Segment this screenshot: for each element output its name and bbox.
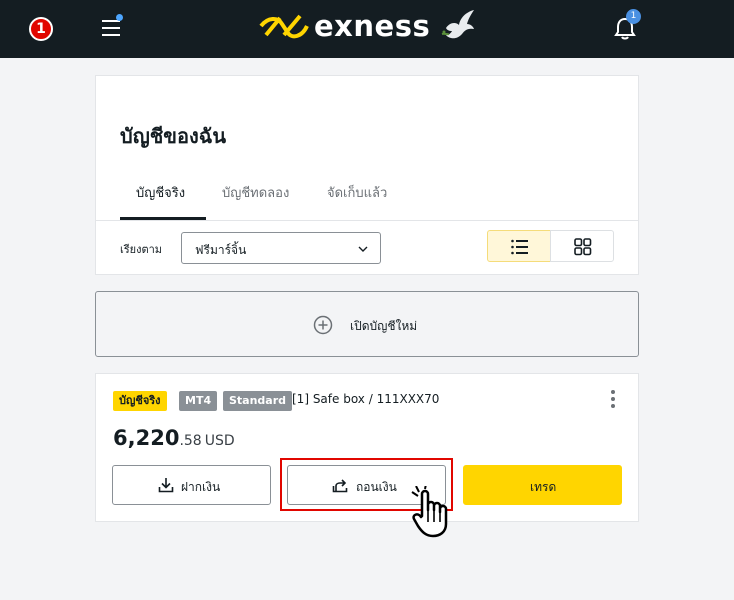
sort-label: เรียงตาม <box>120 243 163 256</box>
view-mode-toggle <box>487 230 615 264</box>
plus-circle-icon <box>313 315 333 335</box>
trade-button[interactable]: เทรด <box>463 465 622 505</box>
hand-pointer-icon <box>411 486 448 538</box>
download-icon <box>158 478 174 493</box>
sort-dropdown[interactable]: ฟรีมาร์จิ้น <box>181 232 381 264</box>
grid-view-button[interactable] <box>550 230 614 262</box>
trade-label: เทรด <box>530 480 557 494</box>
exness-logo-mark-icon <box>259 14 309 39</box>
deposit-button[interactable]: ฝากเงิน <box>112 465 271 505</box>
list-view-button[interactable] <box>487 230 551 262</box>
platform-badge: MT4 <box>179 391 218 411</box>
account-name: [1] Safe box / 111XXX70 <box>292 392 440 406</box>
deposit-label: ฝากเงิน <box>181 480 221 494</box>
account-tabs: บัญชีจริง บัญชีทดลอง จัดเก็บแล้ว <box>96 172 638 221</box>
notification-count-badge: 1 <box>626 9 641 24</box>
exness-logo[interactable]: exness <box>258 6 478 46</box>
accounts-header-card: บัญชีของฉัน บัญชีจริง บัญชีทดลอง จัดเก็บ… <box>95 75 639 275</box>
menu-button[interactable] <box>100 14 124 40</box>
active-tab-indicator <box>120 217 206 220</box>
balance-integer: 6,220 <box>113 426 180 450</box>
balance-currency: USD <box>204 433 235 449</box>
tutorial-step-badge: 1 <box>29 17 53 41</box>
dove-icon <box>441 10 475 39</box>
account-type-badge: บัญชีจริง <box>113 391 167 411</box>
tab-archived-accounts[interactable]: จัดเก็บแล้ว <box>327 182 387 203</box>
tab-demo-accounts[interactable]: บัญชีทดลอง <box>222 182 289 203</box>
account-balance: 6,220.58 USD <box>113 426 235 450</box>
page-title: บัญชีของฉัน <box>120 124 227 148</box>
grid-icon <box>574 238 592 256</box>
balance-decimal: .58 <box>179 433 202 449</box>
chevron-down-icon <box>358 246 368 252</box>
tab-real-accounts[interactable]: บัญชีจริง <box>136 182 185 203</box>
open-new-account-button[interactable]: เปิดบัญชีใหม่ <box>95 291 639 357</box>
brand-name: exness <box>314 9 431 43</box>
top-bar: 1 exness 1 <box>0 0 734 58</box>
open-new-account-label: เปิดบัญชีใหม่ <box>350 319 418 333</box>
account-kind-badge: Standard <box>223 391 293 411</box>
more-options-icon[interactable] <box>606 388 620 410</box>
list-icon <box>511 239 528 255</box>
sort-selected-value: ฟรีมาร์จิ้น <box>195 243 247 257</box>
menu-notification-dot <box>116 14 123 21</box>
